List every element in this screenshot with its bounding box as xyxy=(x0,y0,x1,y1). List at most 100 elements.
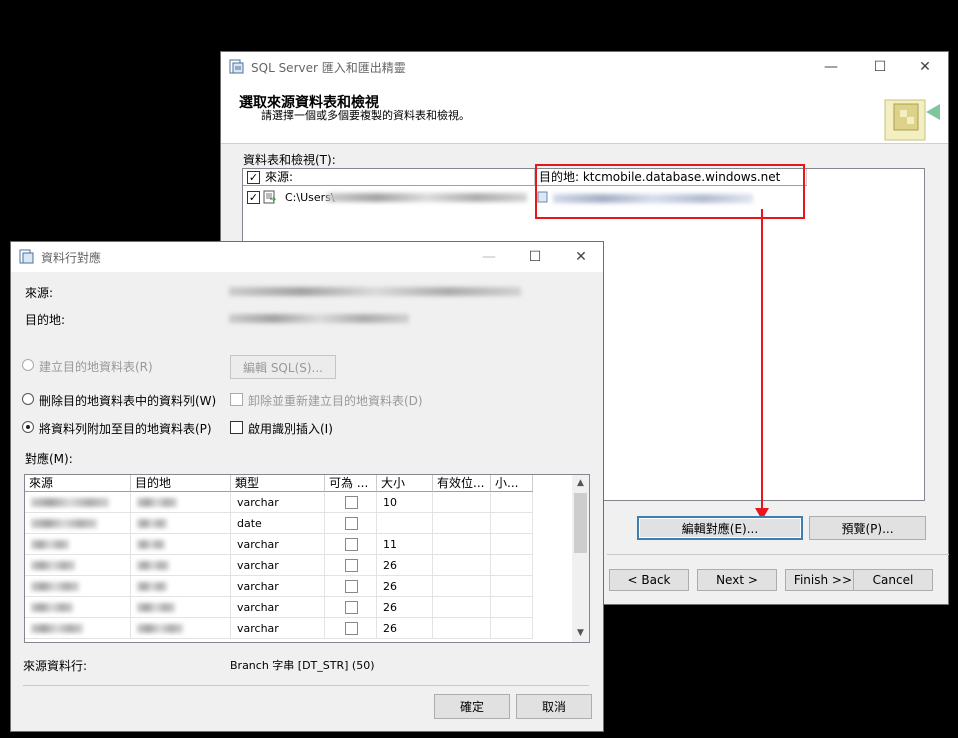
edit-sql-button[interactable]: 編輯 SQL(S)... xyxy=(230,355,336,379)
source-column-cell[interactable] xyxy=(25,555,131,576)
precision-cell[interactable] xyxy=(433,534,491,555)
type-cell[interactable]: date xyxy=(231,513,325,534)
col-precision-header[interactable]: 有效位... xyxy=(433,475,491,492)
edit-mapping-button[interactable]: 編輯對應(E)... xyxy=(637,516,803,540)
table-row[interactable]: varchar 26 xyxy=(25,597,573,618)
nullable-checkbox[interactable] xyxy=(345,496,358,509)
source-column-cell[interactable] xyxy=(25,534,131,555)
back-button[interactable]: < Back xyxy=(609,569,689,591)
nullable-checkbox[interactable] xyxy=(345,538,358,551)
nullable-checkbox[interactable] xyxy=(345,622,358,635)
create-table-radio[interactable] xyxy=(22,359,34,371)
table-row[interactable]: date xyxy=(25,513,573,534)
scale-cell[interactable] xyxy=(491,492,533,513)
delete-rows-radio[interactable] xyxy=(22,393,34,405)
minimize-icon[interactable]: — xyxy=(477,246,501,268)
type-cell[interactable]: varchar xyxy=(231,555,325,576)
scroll-up-icon[interactable]: ▲ xyxy=(572,475,589,492)
nullable-checkbox[interactable] xyxy=(345,559,358,572)
size-cell[interactable]: 26 xyxy=(377,555,433,576)
scroll-down-icon[interactable]: ▼ xyxy=(572,625,589,642)
identity-insert-checkbox[interactable] xyxy=(230,421,243,434)
source-column-cell[interactable] xyxy=(25,618,131,639)
redacted-source-value xyxy=(229,287,521,296)
next-button[interactable]: Next > xyxy=(697,569,777,591)
destination-column-cell[interactable] xyxy=(131,618,231,639)
size-cell[interactable] xyxy=(377,513,433,534)
size-cell[interactable]: 26 xyxy=(377,597,433,618)
mappings-grid[interactable]: 來源 目的地 類型 可為 ... 大小 有效位... 小... varchar 1… xyxy=(24,474,590,643)
redacted-column-name xyxy=(31,624,83,633)
type-cell[interactable]: varchar xyxy=(231,597,325,618)
source-column-cell[interactable] xyxy=(25,513,131,534)
destination-column-cell[interactable] xyxy=(131,597,231,618)
scale-cell[interactable] xyxy=(491,555,533,576)
precision-cell[interactable] xyxy=(433,618,491,639)
col-type-header[interactable]: 類型 xyxy=(231,475,325,492)
destination-column-cell[interactable] xyxy=(131,513,231,534)
table-row[interactable]: varchar 10 xyxy=(25,492,573,513)
col-scale-header[interactable]: 小... xyxy=(491,475,533,492)
precision-cell[interactable] xyxy=(433,513,491,534)
minimize-icon[interactable]: — xyxy=(819,56,843,78)
vertical-scrollbar[interactable]: ▲ ▼ xyxy=(572,475,589,642)
size-cell[interactable]: 26 xyxy=(377,618,433,639)
size-cell[interactable]: 11 xyxy=(377,534,433,555)
size-cell[interactable]: 10 xyxy=(377,492,433,513)
redacted-column-name xyxy=(137,498,177,507)
close-icon[interactable]: ✕ xyxy=(569,246,593,268)
nullable-cell[interactable] xyxy=(325,618,377,639)
nullable-cell[interactable] xyxy=(325,492,377,513)
type-cell[interactable]: varchar xyxy=(231,534,325,555)
table-row[interactable]: varchar 11 xyxy=(25,534,573,555)
nullable-checkbox[interactable] xyxy=(345,517,358,530)
destination-column-cell[interactable] xyxy=(131,555,231,576)
precision-cell[interactable] xyxy=(433,492,491,513)
nullable-cell[interactable] xyxy=(325,576,377,597)
destination-column-cell[interactable] xyxy=(131,534,231,555)
nullable-cell[interactable] xyxy=(325,513,377,534)
cancel-button[interactable]: Cancel xyxy=(853,569,933,591)
col-size-header[interactable]: 大小 xyxy=(377,475,433,492)
nullable-cell[interactable] xyxy=(325,597,377,618)
source-column-cell[interactable] xyxy=(25,492,131,513)
destination-column-cell[interactable] xyxy=(131,492,231,513)
source-column-cell[interactable] xyxy=(25,576,131,597)
size-cell[interactable]: 26 xyxy=(377,576,433,597)
scale-cell[interactable] xyxy=(491,534,533,555)
drop-recreate-checkbox[interactable] xyxy=(230,393,243,406)
nullable-checkbox[interactable] xyxy=(345,601,358,614)
type-cell[interactable]: varchar xyxy=(231,576,325,597)
type-cell[interactable]: varchar xyxy=(231,492,325,513)
nullable-checkbox[interactable] xyxy=(345,580,358,593)
scale-cell[interactable] xyxy=(491,618,533,639)
precision-cell[interactable] xyxy=(433,597,491,618)
scale-cell[interactable] xyxy=(491,597,533,618)
precision-cell[interactable] xyxy=(433,576,491,597)
type-cell[interactable]: varchar xyxy=(231,618,325,639)
nullable-cell[interactable] xyxy=(325,555,377,576)
scale-cell[interactable] xyxy=(491,513,533,534)
table-row[interactable]: varchar 26 xyxy=(25,555,573,576)
maximize-icon[interactable]: ☐ xyxy=(523,246,547,268)
close-icon[interactable]: ✕ xyxy=(913,56,937,78)
scale-cell[interactable] xyxy=(491,576,533,597)
table-row[interactable]: varchar 26 xyxy=(25,618,573,639)
col-source-header[interactable]: 來源 xyxy=(25,475,131,492)
tables-header-source[interactable]: 來源: xyxy=(243,169,535,186)
ok-button[interactable]: 確定 xyxy=(434,694,510,719)
col-nullable-header[interactable]: 可為 ... xyxy=(325,475,377,492)
table-row[interactable]: varchar 26 xyxy=(25,576,573,597)
col-destination-header[interactable]: 目的地 xyxy=(131,475,231,492)
cancel-dialog-button[interactable]: 取消 xyxy=(516,694,592,719)
nullable-cell[interactable] xyxy=(325,534,377,555)
select-all-checkbox[interactable]: ✓ xyxy=(247,171,260,184)
source-column-cell[interactable] xyxy=(25,597,131,618)
destination-column-cell[interactable] xyxy=(131,576,231,597)
maximize-icon[interactable]: ☐ xyxy=(868,56,892,78)
append-rows-radio[interactable] xyxy=(22,421,34,433)
precision-cell[interactable] xyxy=(433,555,491,576)
preview-button[interactable]: 預覽(P)... xyxy=(809,516,926,540)
table-row-checkbox[interactable]: ✓ xyxy=(247,191,260,204)
scroll-thumb[interactable] xyxy=(574,493,587,553)
